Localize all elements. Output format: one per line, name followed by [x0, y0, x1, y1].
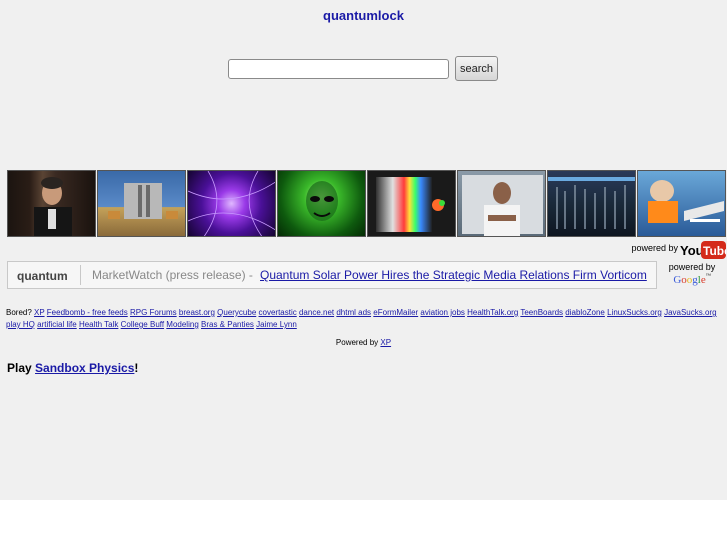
link-item[interactable]: eFormMailer: [373, 308, 418, 317]
link-item[interactable]: dhtml ads: [336, 308, 371, 317]
xp-link[interactable]: XP: [380, 338, 391, 347]
google-attribution: powered by Google™: [664, 262, 720, 286]
link-item[interactable]: breast.org: [179, 308, 215, 317]
video-thumbnail-3[interactable]: [187, 170, 276, 237]
search-input[interactable]: [228, 59, 449, 79]
link-item[interactable]: diabloZone: [565, 308, 605, 317]
link-item[interactable]: LinuxSucks.org: [607, 308, 662, 317]
link-item[interactable]: Modeling: [166, 320, 198, 329]
play-prefix: Play: [7, 361, 32, 375]
link-item[interactable]: JavaSucks.org: [664, 308, 716, 317]
news-divider: [80, 265, 81, 285]
link-item[interactable]: covertastic: [259, 308, 297, 317]
link-item[interactable]: Feedbomb - free feeds: [47, 308, 128, 317]
google-logo[interactable]: Google™: [664, 274, 720, 286]
links-prefix: Bored?: [6, 308, 32, 317]
link-item[interactable]: artificial life: [37, 320, 77, 329]
video-thumbnail-1[interactable]: [7, 170, 96, 237]
link-items: XP Feedbomb - free feeds RPG Forums brea…: [6, 308, 717, 329]
video-thumbnail-2[interactable]: [97, 170, 186, 237]
video-thumbnail-image: [548, 177, 635, 229]
news-headline-link[interactable]: Quantum Solar Power Hires the Strategic …: [260, 268, 647, 282]
link-item[interactable]: Jaime Lynn: [256, 320, 297, 329]
video-thumbnail-6[interactable]: [457, 170, 546, 237]
video-thumbnail-image: [376, 177, 445, 232]
video-thumbnail-7[interactable]: [547, 170, 636, 237]
youtube-logo-you: You: [680, 243, 704, 258]
youtube-logo[interactable]: You Tube: [679, 240, 726, 260]
news-source: MarketWatch (press release) -: [92, 268, 253, 282]
video-thumbnail-image: [306, 181, 338, 221]
video-thumbnail-image: [34, 177, 72, 236]
link-item[interactable]: XP: [34, 308, 45, 317]
play-promo: Play Sandbox Physics!: [7, 361, 138, 375]
link-item[interactable]: play HQ: [6, 320, 35, 329]
link-item[interactable]: Health Talk: [79, 320, 118, 329]
link-item[interactable]: dance.net: [299, 308, 334, 317]
powered-by-label: Powered by: [335, 338, 379, 347]
news-bar: quantum MarketWatch (press release) - Qu…: [7, 261, 657, 289]
link-item[interactable]: Querycube: [217, 308, 256, 317]
link-item[interactable]: HealthTalk.org: [467, 308, 518, 317]
link-item[interactable]: RPG Forums: [130, 308, 177, 317]
video-thumbnail-strip: [7, 170, 727, 237]
video-thumbnail-5[interactable]: [367, 170, 456, 237]
youtube-powered-by-label: powered by: [631, 243, 678, 253]
powered-by-xp: Powered by XP: [0, 338, 727, 347]
link-item[interactable]: Bras & Panties: [201, 320, 254, 329]
link-item[interactable]: College Buff: [121, 320, 164, 329]
site-title[interactable]: quantumlock: [0, 8, 727, 23]
play-suffix: !: [134, 361, 139, 375]
link-item[interactable]: TeenBoards: [520, 308, 563, 317]
link-list: Bored? XP Feedbomb - free feeds RPG Foru…: [6, 307, 724, 331]
video-thumbnail-image: [108, 183, 178, 219]
video-thumbnail-image: [188, 171, 275, 236]
sandbox-physics-link[interactable]: Sandbox Physics: [35, 361, 134, 375]
link-item[interactable]: aviation jobs: [420, 308, 464, 317]
video-thumbnail-image: [648, 180, 724, 223]
search-button[interactable]: search: [455, 56, 498, 81]
youtube-logo-tube: Tube: [703, 244, 726, 258]
video-thumbnail-4[interactable]: [277, 170, 366, 237]
google-powered-by-label: powered by: [668, 262, 716, 272]
video-thumbnail-8[interactable]: [637, 170, 726, 237]
video-thumbnail-image: [462, 175, 543, 236]
page-background: quantumlock search powered by You Tub qu…: [0, 0, 727, 500]
news-keyword: quantum: [17, 269, 68, 283]
